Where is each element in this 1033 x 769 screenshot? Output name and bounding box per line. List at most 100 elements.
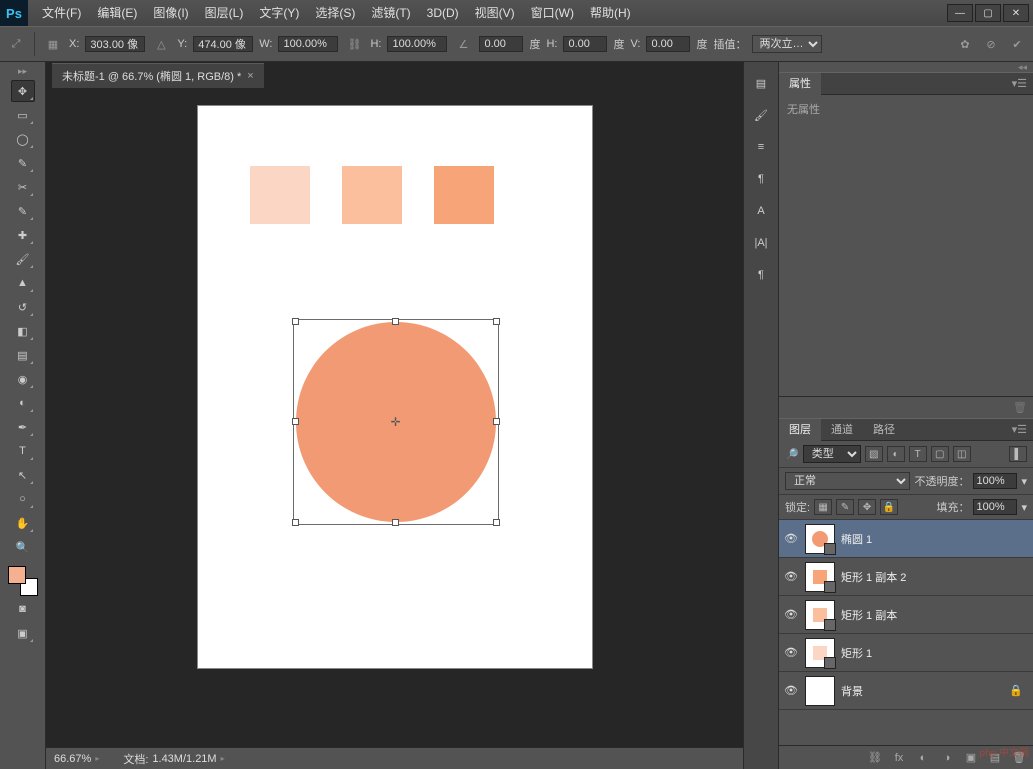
history-brush-tool[interactable]: ↺ (11, 296, 35, 318)
blur-tool[interactable]: ◉ (11, 368, 35, 390)
zoom-tool[interactable]: 🔍 (11, 536, 35, 558)
search-icon[interactable]: 🔎 (785, 448, 799, 461)
layer-thumb[interactable] (805, 562, 835, 592)
pen-tool[interactable]: ✒ (11, 416, 35, 438)
menu-view[interactable]: 视图(V) (467, 0, 523, 26)
trash-icon[interactable]: 🗑 (1013, 401, 1027, 414)
angle-input[interactable] (479, 36, 523, 52)
layer-row[interactable]: 👁 椭圆 1 (779, 520, 1033, 558)
menu-edit[interactable]: 编辑(E) (89, 0, 145, 26)
paragraph-styles-icon[interactable]: ¶ (750, 264, 772, 286)
link-wh-icon[interactable]: ⛓ (344, 34, 364, 54)
layer-name[interactable]: 背景 (841, 683, 863, 699)
menu-window[interactable]: 窗口(W) (523, 0, 582, 26)
lock-pixel-icon[interactable]: ✎ (836, 499, 854, 515)
filter-toggle-icon[interactable]: ▌ (1009, 446, 1027, 462)
eraser-tool[interactable]: ◧ (11, 320, 35, 342)
opacity-input[interactable] (973, 473, 1017, 489)
visibility-icon[interactable]: 👁 (783, 570, 799, 583)
canvas[interactable]: ✛ (198, 106, 592, 668)
layer-row[interactable]: 👁 矩形 1 副本 2 (779, 558, 1033, 596)
handle-bot-left[interactable] (292, 519, 299, 526)
crop-tool[interactable]: ✂ (11, 176, 35, 198)
tab-channels[interactable]: 通道 (821, 419, 863, 441)
opacity-menu-icon[interactable]: ▾ (1021, 475, 1027, 488)
interp-select[interactable]: 两次立… (752, 35, 822, 53)
menu-image[interactable]: 图像(I) (145, 0, 196, 26)
zoom-menu-icon[interactable]: ▸ (95, 754, 99, 763)
layer-name[interactable]: 矩形 1 副本 (841, 607, 897, 623)
vskew-input[interactable] (646, 36, 690, 52)
layer-fx-icon[interactable]: fx (891, 752, 907, 764)
eyedropper-tool[interactable]: ✎ (11, 200, 35, 222)
paragraph-panel-icon[interactable]: ¶ (750, 168, 772, 190)
brush-tool[interactable]: 🖌 (11, 248, 35, 270)
reference-point-icon[interactable]: ▦ (43, 34, 63, 54)
fill-menu-icon[interactable]: ▾ (1021, 501, 1027, 514)
hand-tool[interactable]: ✋ (11, 512, 35, 534)
doc-info-menu-icon[interactable]: ▸ (221, 754, 225, 763)
panel-collapse-icon[interactable]: ◂◂ (779, 62, 1033, 72)
layer-thumb[interactable] (805, 524, 835, 554)
brush-presets-icon[interactable]: ≡ (750, 136, 772, 158)
cancel-transform-icon[interactable]: ⊘ (981, 34, 1001, 54)
toolbox-toggle-icon[interactable]: ▸▸ (17, 66, 29, 76)
type-tool[interactable]: T (11, 440, 35, 462)
new-layer-icon[interactable]: ▤ (987, 751, 1003, 764)
history-panel-icon[interactable]: ▤ (750, 72, 772, 94)
filter-adjust-icon[interactable]: ◐ (887, 446, 905, 462)
transform-bounds[interactable]: ✛ (296, 322, 496, 522)
handle-mid-left[interactable] (292, 418, 299, 425)
layer-row[interactable]: 👁 矩形 1 (779, 634, 1033, 672)
link-layers-icon[interactable]: ⛓ (867, 751, 883, 764)
handle-bot-mid[interactable] (392, 519, 399, 526)
delete-layer-icon[interactable]: 🗑 (1011, 751, 1027, 764)
brush-panel-icon[interactable]: 🖌 (750, 104, 772, 126)
menu-help[interactable]: 帮助(H) (582, 0, 639, 26)
handle-mid-right[interactable] (493, 418, 500, 425)
close-button[interactable]: ✕ (1003, 4, 1029, 22)
layer-thumb[interactable] (805, 600, 835, 630)
layer-name[interactable]: 矩形 1 副本 2 (841, 569, 906, 585)
menu-select[interactable]: 选择(S) (307, 0, 363, 26)
transform-preset-icon[interactable]: ⤢ (6, 34, 26, 54)
group-icon[interactable]: ▣ (963, 751, 979, 764)
menu-filter[interactable]: 滤镜(T) (363, 0, 418, 26)
fill-input[interactable] (973, 499, 1017, 515)
lock-all-icon[interactable]: 🔒 (880, 499, 898, 515)
visibility-icon[interactable]: 👁 (783, 608, 799, 621)
x-input[interactable] (85, 36, 145, 52)
filter-pixel-icon[interactable]: ▧ (865, 446, 883, 462)
visibility-icon[interactable]: 👁 (783, 532, 799, 545)
visibility-icon[interactable]: 👁 (783, 646, 799, 659)
layer-name[interactable]: 矩形 1 (841, 645, 872, 661)
glyph-panel-icon[interactable]: |A| (750, 232, 772, 254)
tab-properties[interactable]: 属性 (779, 73, 821, 95)
menu-type[interactable]: 文字(Y) (251, 0, 307, 26)
handle-top-right[interactable] (493, 318, 500, 325)
menu-3d[interactable]: 3D(D) (419, 0, 467, 26)
quick-select-tool[interactable]: ✎ (11, 152, 35, 174)
document-tab[interactable]: 未标题-1 @ 66.7% (椭圆 1, RGB/8) * × (52, 63, 264, 88)
maximize-button[interactable]: ▢ (975, 4, 1001, 22)
lock-pos-icon[interactable]: ✥ (858, 499, 876, 515)
layer-thumb[interactable] (805, 638, 835, 668)
filter-shape-icon[interactable]: ▢ (931, 446, 949, 462)
filter-smart-icon[interactable]: ◫ (953, 446, 971, 462)
layers-menu-icon[interactable]: ▾☰ (1006, 423, 1033, 436)
handle-top-mid[interactable] (392, 318, 399, 325)
path-select-tool[interactable]: ↖ (11, 464, 35, 486)
layer-name[interactable]: 椭圆 1 (841, 531, 872, 547)
canvas-viewport[interactable]: ✛ (46, 88, 743, 747)
layer-row[interactable]: 👁 矩形 1 副本 (779, 596, 1033, 634)
visibility-icon[interactable]: 👁 (783, 684, 799, 697)
handle-top-left[interactable] (292, 318, 299, 325)
zoom-readout[interactable]: 66.67% ▸ (54, 753, 99, 765)
handle-bot-right[interactable] (493, 519, 500, 526)
dodge-tool[interactable]: ◐ (11, 392, 35, 414)
filter-type-select[interactable]: 类型 (803, 445, 861, 463)
quickmask-tool[interactable]: ◙ (11, 598, 35, 620)
lasso-tool[interactable]: ◯ (11, 128, 35, 150)
screenmode-tool[interactable]: ▣ (11, 622, 35, 644)
layer-thumb[interactable] (805, 676, 835, 706)
